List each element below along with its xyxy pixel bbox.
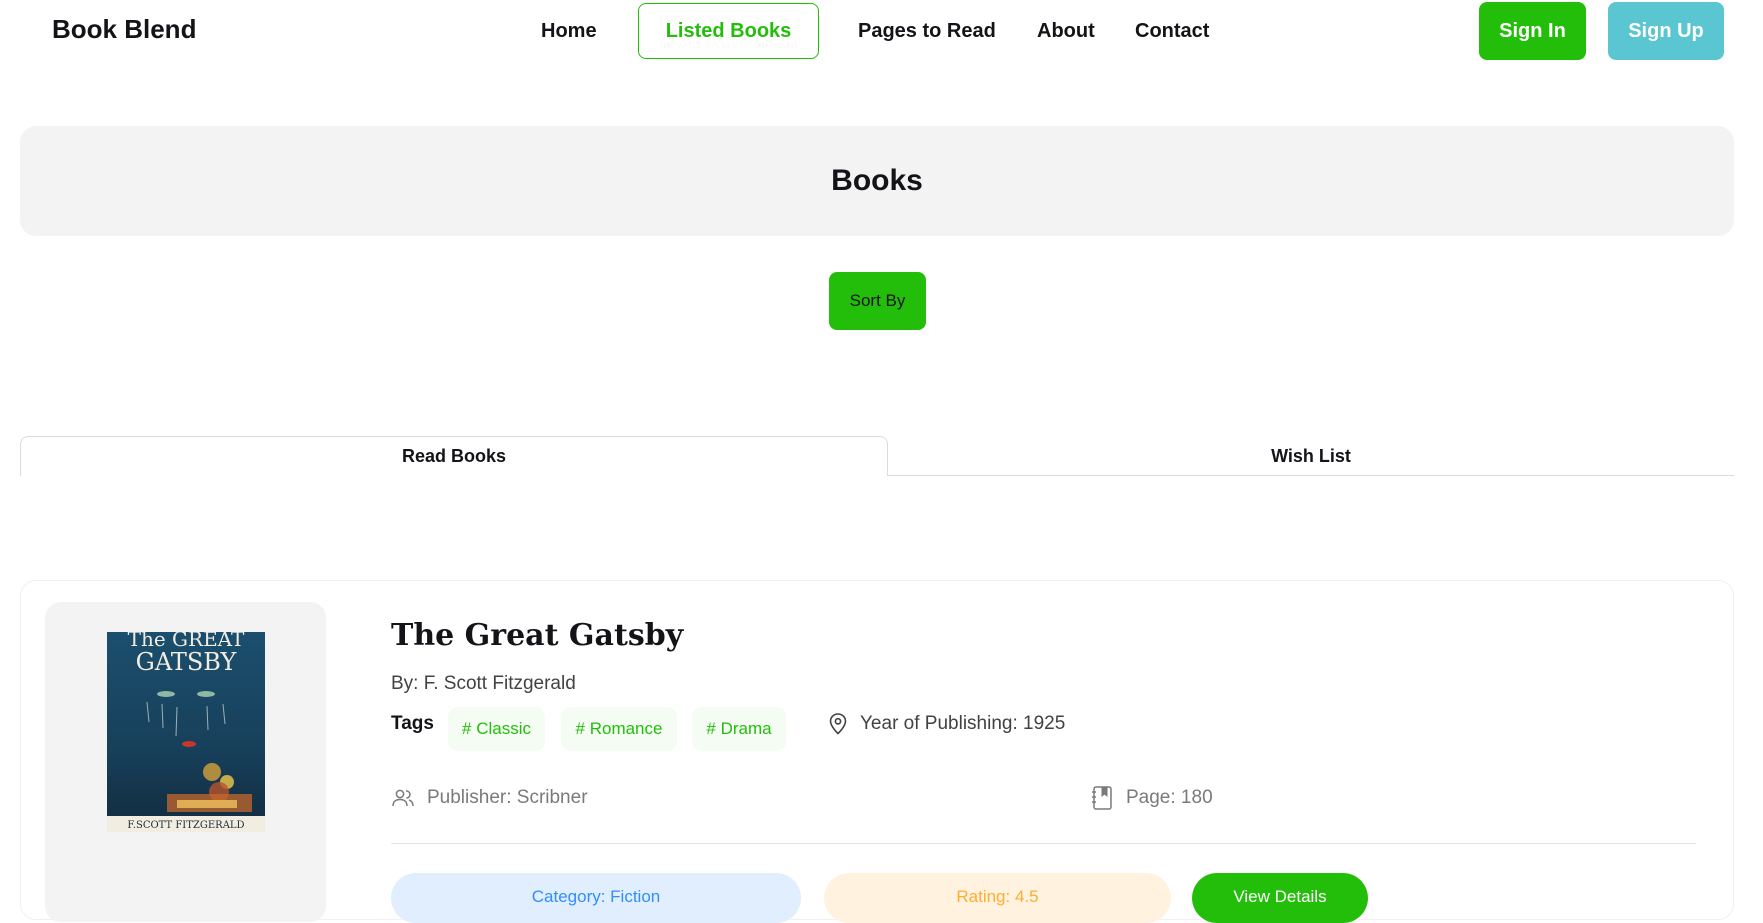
- book-cover-image: The GREAT GATSBY F.SCOTT FITZGERALD: [107, 632, 265, 832]
- book-pages-icon: [1090, 785, 1114, 811]
- book-author: By: F. Scott Fitzgerald: [391, 673, 576, 694]
- nav-link-contact[interactable]: Contact: [1135, 20, 1209, 43]
- card-divider: [391, 843, 1696, 844]
- sign-in-button[interactable]: Sign In: [1479, 2, 1586, 60]
- nav-link-about[interactable]: About: [1037, 20, 1095, 43]
- page-count: Page: 180: [1090, 784, 1213, 812]
- tab-read-books[interactable]: Read Books: [20, 436, 888, 476]
- sign-up-button[interactable]: Sign Up: [1608, 2, 1724, 60]
- tag-romance[interactable]: # Romance: [561, 707, 677, 751]
- publisher-info: Publisher: Scribner: [391, 784, 588, 812]
- page-count-text: Page: 180: [1126, 787, 1213, 808]
- page-title: Books: [831, 164, 923, 197]
- publishing-year: Year of Publishing: 1925: [828, 710, 1065, 738]
- brand-logo[interactable]: Book Blend: [52, 14, 196, 45]
- location-pin-icon: [828, 712, 848, 736]
- nav-link-pages-to-read[interactable]: Pages to Read: [858, 20, 996, 43]
- sort-by-button[interactable]: Sort By: [829, 272, 926, 330]
- publisher-text: Publisher: Scribner: [427, 787, 588, 808]
- category-badge: Category: Fiction: [391, 873, 801, 923]
- book-tabs: Read Books Wish List: [20, 436, 1734, 476]
- view-details-button[interactable]: View Details: [1192, 873, 1368, 923]
- tag-drama[interactable]: # Drama: [692, 707, 786, 751]
- page-title-banner: Books: [20, 126, 1734, 236]
- book-title: The Great Gatsby: [391, 618, 684, 653]
- rating-badge: Rating: 4.5: [824, 873, 1171, 923]
- tab-wish-list[interactable]: Wish List: [888, 436, 1734, 476]
- navbar: Book Blend Home Listed Books Pages to Re…: [0, 0, 1763, 64]
- tags-label: Tags: [391, 713, 434, 734]
- nav-link-listed-books[interactable]: Listed Books: [638, 3, 819, 59]
- svg-text:F.SCOTT FITZGERALD: F.SCOTT FITZGERALD: [127, 820, 244, 831]
- svg-text:GATSBY: GATSBY: [136, 648, 238, 676]
- tag-classic[interactable]: # Classic: [448, 707, 545, 751]
- publishing-year-text: Year of Publishing: 1925: [860, 713, 1066, 734]
- users-icon: [391, 788, 415, 808]
- nav-link-home[interactable]: Home: [541, 20, 597, 43]
